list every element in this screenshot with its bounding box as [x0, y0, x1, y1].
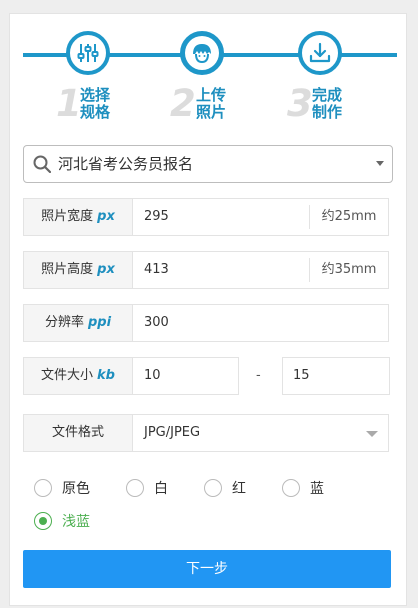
radio-circle[interactable] — [34, 479, 52, 497]
step-1-label: 选择 规格 — [80, 87, 112, 121]
dpi-label: 分辨率 ppi — [24, 305, 133, 341]
filesize-max-box: 15 — [282, 357, 390, 395]
dpi-input[interactable]: 300 — [144, 305, 169, 341]
format-select-value[interactable]: JPG/JPEG — [144, 415, 200, 451]
search-icon — [33, 155, 51, 173]
height-mm: 约35mm — [309, 258, 388, 282]
spec-card: 1 选择 规格 2 上传 照片 3 完成 制作 河北省考公务员报名 照片宽度 px… — [9, 13, 407, 606]
step-3-circle — [298, 31, 342, 75]
bg-option-original-label: 原色 — [62, 481, 90, 497]
format-label: 文件格式 — [24, 415, 133, 451]
download-icon — [309, 42, 331, 63]
step-3-label: 完成 制作 — [312, 87, 344, 121]
step-3-number: 3 — [287, 82, 313, 125]
width-label: 照片宽度 px — [24, 199, 133, 235]
step-2-label: 上传 照片 — [196, 87, 228, 121]
spec-search-value: 河北省考公务员报名 — [58, 155, 194, 173]
bg-option-light-blue-label: 浅蓝 — [62, 514, 90, 530]
radio-circle[interactable] — [126, 479, 144, 497]
spec-search-select[interactable]: 河北省考公务员报名 — [23, 145, 393, 183]
height-unit: px — [97, 262, 115, 277]
filesize-unit: kb — [97, 368, 115, 383]
filesize-separator: - — [256, 368, 261, 383]
bg-option-red-label: 红 — [232, 481, 246, 497]
step-1-circle — [66, 31, 110, 75]
step-2-label-line1: 上传 — [196, 86, 227, 104]
bg-option-original[interactable]: 原色 — [34, 478, 90, 498]
chevron-down-icon[interactable] — [366, 431, 378, 437]
bg-option-white[interactable]: 白 — [126, 478, 168, 498]
height-label-text: 照片高度 — [41, 262, 94, 277]
radio-circle-checked[interactable] — [34, 512, 52, 530]
width-mm: 约25mm — [309, 205, 388, 229]
filesize-label-text: 文件大小 — [41, 368, 94, 383]
chevron-down-icon[interactable] — [376, 161, 384, 166]
step-1-label-line1: 选择 — [80, 86, 111, 104]
step-3-label-line1: 完成 — [312, 86, 343, 104]
person-icon — [193, 44, 211, 64]
radio-circle[interactable] — [282, 479, 300, 497]
bg-option-red[interactable]: 红 — [204, 478, 246, 498]
sliders-icon — [77, 44, 99, 62]
width-label-text: 照片宽度 — [41, 209, 94, 224]
width-input[interactable]: 295 — [144, 199, 169, 235]
step-3-label-line2: 制作 — [312, 103, 343, 121]
filesize-max-input[interactable]: 15 — [293, 358, 310, 394]
bg-option-blue[interactable]: 蓝 — [282, 478, 324, 498]
step-2-label-line2: 照片 — [196, 103, 227, 121]
width-unit: px — [97, 209, 115, 224]
filesize-label: 文件大小 kb — [24, 358, 133, 394]
height-input[interactable]: 413 — [144, 252, 169, 288]
step-1-number: 1 — [56, 82, 82, 125]
step-2-number: 2 — [170, 82, 196, 125]
height-row: 照片高度 px 413 约35mm — [23, 251, 389, 289]
format-row[interactable]: 文件格式 JPG/JPEG — [23, 414, 389, 452]
dpi-label-text: 分辨率 — [44, 315, 84, 330]
filesize-min-input[interactable]: 10 — [144, 358, 161, 394]
bg-option-white-label: 白 — [154, 481, 168, 497]
step-1-label-line2: 规格 — [80, 103, 111, 121]
next-step-button[interactable]: 下一步 — [23, 550, 391, 588]
height-label: 照片高度 px — [24, 252, 133, 288]
dpi-row: 分辨率 ppi 300 — [23, 304, 389, 342]
radio-circle[interactable] — [204, 479, 222, 497]
dpi-unit: ppi — [87, 315, 112, 330]
bg-option-blue-label: 蓝 — [310, 481, 324, 497]
filesize-min-box: 文件大小 kb 10 — [23, 357, 239, 395]
bg-option-light-blue[interactable]: 浅蓝 — [34, 511, 90, 531]
step-2-circle — [180, 31, 224, 75]
width-row: 照片宽度 px 295 约25mm — [23, 198, 389, 236]
